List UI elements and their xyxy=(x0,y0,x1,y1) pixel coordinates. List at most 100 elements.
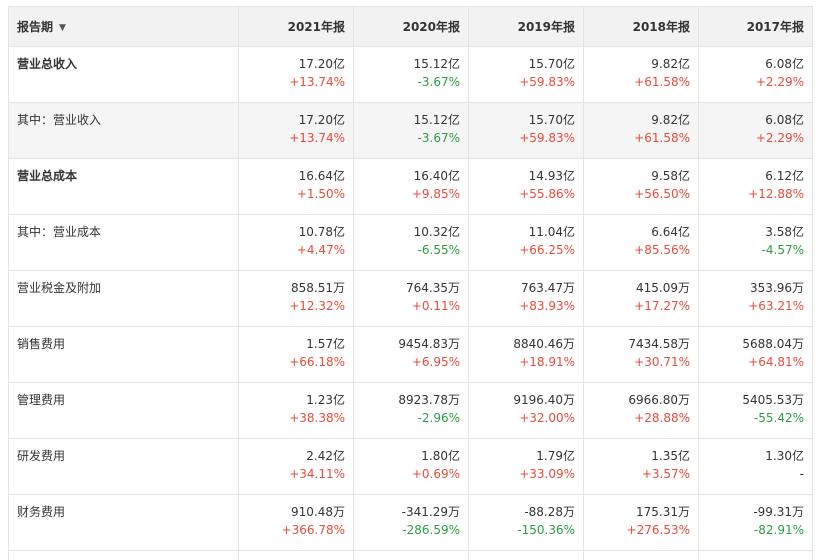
cell-change: +59.83% xyxy=(519,75,575,89)
year-header-2021: 2021年报 xyxy=(238,6,354,47)
data-cell-2018: 415.09万 +17.27% xyxy=(583,270,699,327)
row-label: 销售费用 xyxy=(8,326,239,383)
cell-value: 1.57亿 xyxy=(306,337,345,351)
cell-change: +61.58% xyxy=(634,131,690,145)
cell-value: 858.51万 xyxy=(291,281,345,295)
year-header-2020: 2020年报 xyxy=(353,6,469,47)
cell-value: 9196.40万 xyxy=(513,393,575,407)
cell-change: -150.36% xyxy=(517,523,575,537)
cell-value: 415.09万 xyxy=(636,281,690,295)
data-cell-2018: 9.58亿 +56.50% xyxy=(583,158,699,215)
data-cell-2019: 11.04亿 +66.25% xyxy=(468,214,584,271)
header-row: 报告期 ▼ 2021年报 2020年报 2019年报 2018年报 2017年报 xyxy=(8,6,813,47)
cell-value: 1.79亿 xyxy=(536,449,575,463)
cell-value: 3.58亿 xyxy=(765,225,804,239)
cell-value: 763.47万 xyxy=(521,281,575,295)
cell-change: +3.57% xyxy=(641,467,690,481)
cell-value: 1.30亿 xyxy=(765,449,804,463)
data-cell-2018: 175.31万 +276.53% xyxy=(583,494,699,551)
cell-change: +61.58% xyxy=(634,75,690,89)
cell-change: +63.21% xyxy=(748,299,804,313)
data-cell-2020: 8923.78万 -2.96% xyxy=(353,382,469,439)
report-period-sort-header[interactable]: 报告期 ▼ xyxy=(8,6,239,47)
cell-value: 16.40亿 xyxy=(413,169,460,183)
row-label: 研发费用 xyxy=(8,438,239,495)
cell-value: 10.78亿 xyxy=(298,225,345,239)
data-cell-2021: 16.64亿 +1.50% xyxy=(238,158,354,215)
cell-change: +34.11% xyxy=(289,467,345,481)
cell-value: -88.28万 xyxy=(524,505,575,519)
data-cell-2021: 1.57亿 +66.18% xyxy=(238,326,354,383)
data-cell-2017: -99.31万 -82.91% xyxy=(698,494,813,551)
table-row: 销售费用 1.57亿 +66.18% 9454.83万 +6.95% 8840.46万 +1… xyxy=(8,326,813,383)
cell-change: -286.59% xyxy=(402,523,460,537)
cell-change: -3.67% xyxy=(417,131,460,145)
data-cell-2021: 858.51万 +12.32% xyxy=(238,270,354,327)
table-row: 营业税金及附加 858.51万 +12.32% 764.35万 +0.11% 763.47… xyxy=(8,270,813,327)
cell-change: -82.91% xyxy=(753,523,804,537)
data-cell-2018: 6966.80万 +28.88% xyxy=(583,382,699,439)
data-cell-2020: 15.12亿 -3.67% xyxy=(353,46,469,103)
empty-cell xyxy=(698,550,813,560)
cell-change: +276.53% xyxy=(626,523,690,537)
cell-change: +55.86% xyxy=(519,187,575,201)
empty-cell xyxy=(468,550,584,560)
data-cell-2017: 6.12亿 +12.88% xyxy=(698,158,813,215)
year-header-2017: 2017年报 xyxy=(698,6,813,47)
cell-change: +17.27% xyxy=(634,299,690,313)
cell-change: +56.50% xyxy=(634,187,690,201)
cell-value: 15.70亿 xyxy=(528,113,575,127)
table-row: 财务费用 910.48万 +366.78% -341.29万 -286.59% -88.2… xyxy=(8,494,813,551)
cell-change: +59.83% xyxy=(519,131,575,145)
row-label: 营业总收入 xyxy=(8,46,239,103)
cell-value: 1.35亿 xyxy=(651,449,690,463)
cell-value: 15.12亿 xyxy=(413,57,460,71)
data-cell-2019: 8840.46万 +18.91% xyxy=(468,326,584,383)
cell-value: 1.80亿 xyxy=(421,449,460,463)
data-cell-2021: 2.42亿 +34.11% xyxy=(238,438,354,495)
table-row-partial xyxy=(8,550,813,560)
cell-change: +32.00% xyxy=(519,411,575,425)
cell-value: 14.93亿 xyxy=(528,169,575,183)
data-cell-2018: 1.35亿 +3.57% xyxy=(583,438,699,495)
cell-change: +0.69% xyxy=(411,467,460,481)
cell-change: +64.81% xyxy=(748,355,804,369)
data-cell-2017: 6.08亿 +2.29% xyxy=(698,102,813,159)
cell-value: 9454.83万 xyxy=(398,337,460,351)
cell-change: +12.32% xyxy=(289,299,345,313)
cell-value: 764.35万 xyxy=(406,281,460,295)
data-cell-2020: 9454.83万 +6.95% xyxy=(353,326,469,383)
cell-change: +66.25% xyxy=(519,243,575,257)
data-cell-2021: 17.20亿 +13.74% xyxy=(238,102,354,159)
cell-change: -3.67% xyxy=(417,75,460,89)
cell-value: 175.31万 xyxy=(636,505,690,519)
data-cell-2017: 1.30亿 - xyxy=(698,438,813,495)
cell-change: +2.29% xyxy=(755,75,804,89)
data-cell-2019: 763.47万 +83.93% xyxy=(468,270,584,327)
table-body: 营业总收入 17.20亿 +13.74% 15.12亿 -3.67% 15.70亿 +59.… xyxy=(8,46,813,560)
cell-change: +28.88% xyxy=(634,411,690,425)
cell-change: +18.91% xyxy=(519,355,575,369)
cell-change: +38.38% xyxy=(289,411,345,425)
cell-change: +4.47% xyxy=(296,243,345,257)
cell-value: -341.29万 xyxy=(401,505,460,519)
data-cell-2020: -341.29万 -286.59% xyxy=(353,494,469,551)
cell-value: 15.70亿 xyxy=(528,57,575,71)
data-cell-2020: 15.12亿 -3.67% xyxy=(353,102,469,159)
cell-change: +6.95% xyxy=(411,355,460,369)
cell-value: 6.12亿 xyxy=(765,169,804,183)
data-cell-2020: 16.40亿 +9.85% xyxy=(353,158,469,215)
cell-value: 8840.46万 xyxy=(513,337,575,351)
caret-down-icon[interactable]: ▼ xyxy=(59,23,66,33)
cell-change: +12.88% xyxy=(748,187,804,201)
row-label: 管理费用 xyxy=(8,382,239,439)
row-label: 其中：营业收入 xyxy=(8,102,239,159)
cell-value: 5688.04万 xyxy=(742,337,804,351)
cell-change: +33.09% xyxy=(519,467,575,481)
data-cell-2018: 7434.58万 +30.71% xyxy=(583,326,699,383)
data-cell-2017: 5688.04万 +64.81% xyxy=(698,326,813,383)
data-cell-2020: 1.80亿 +0.69% xyxy=(353,438,469,495)
cell-change: +83.93% xyxy=(519,299,575,313)
cell-value: -99.31万 xyxy=(753,505,804,519)
table-row: 其中：营业收入 17.20亿 +13.74% 15.12亿 -3.67% 15.70亿 +5… xyxy=(8,102,813,159)
